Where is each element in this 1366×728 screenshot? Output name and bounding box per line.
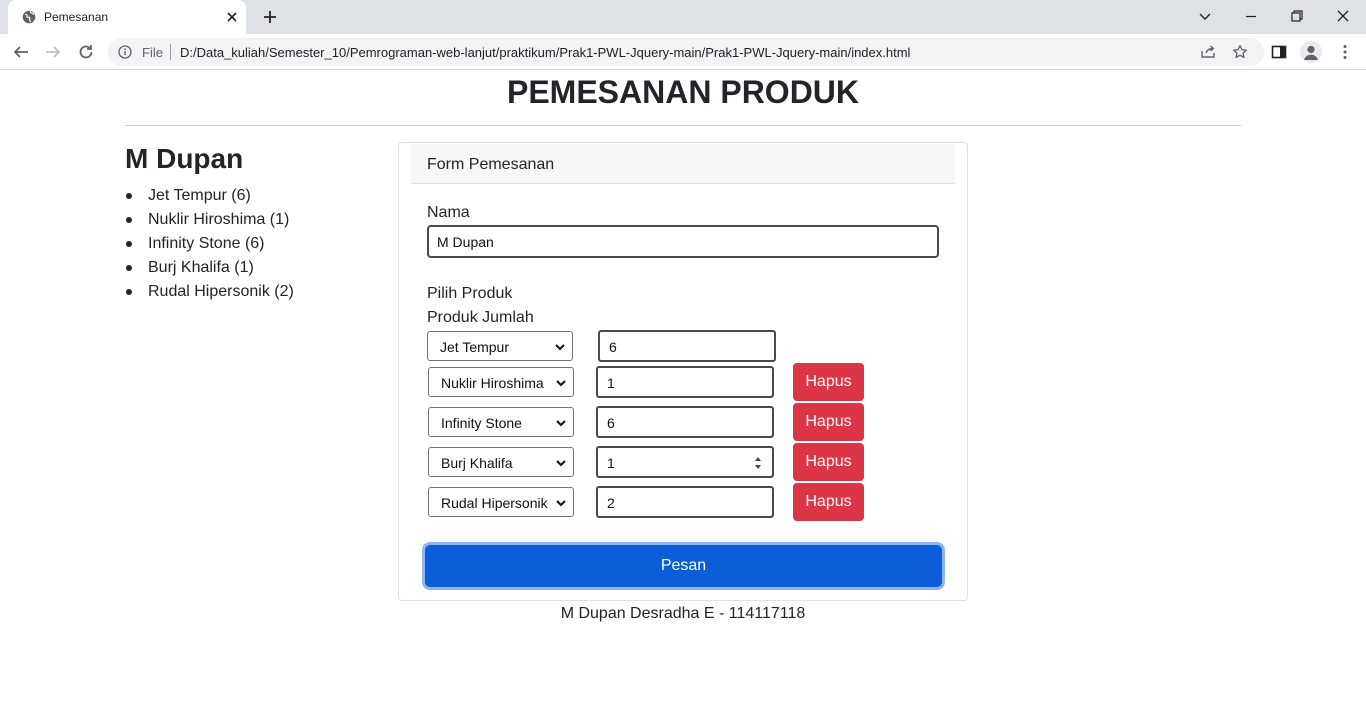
order-form-card: Form Pemesanan Nama Pilih Produk Produk …: [398, 142, 968, 601]
tab-title: Pemesanan: [44, 10, 109, 24]
quantity-value: 6: [609, 339, 617, 355]
bookmark-star-icon[interactable]: [1232, 44, 1248, 60]
quantity-value: 6: [607, 415, 615, 431]
back-arrow-icon[interactable]: [12, 43, 30, 61]
product-select-value: Rudal Hipersonik: [441, 495, 548, 511]
list-item: Burj Khalifa (1): [125, 258, 294, 282]
product-select[interactable]: Jet Tempur: [427, 331, 573, 361]
number-spinner-icon[interactable]: [752, 454, 764, 472]
minimize-icon[interactable]: [1241, 6, 1261, 26]
list-item: Jet Tempur (6): [125, 186, 294, 210]
pilih-produk-label: Pilih Produk: [427, 285, 513, 302]
address-bar[interactable]: File D:/Data_kuliah/Semester_10/Pemrogra…: [108, 38, 1264, 66]
globe-icon: [22, 10, 36, 24]
hapus-button[interactable]: Hapus: [793, 403, 864, 441]
page-title: PEMESANAN PRODUK: [506, 74, 860, 110]
chevron-down-icon: [555, 344, 565, 351]
chevron-down-icon: [556, 380, 566, 387]
address-separator: [170, 44, 171, 60]
product-select[interactable]: Rudal Hipersonik: [428, 487, 574, 517]
reload-icon[interactable]: [77, 43, 95, 61]
quantity-input[interactable]: 1: [596, 366, 774, 398]
nama-input[interactable]: [427, 225, 939, 258]
hapus-button[interactable]: Hapus: [793, 483, 864, 521]
quantity-input[interactable]: 1: [596, 446, 774, 478]
columns-label: Produk Jumlah: [427, 309, 534, 326]
info-icon[interactable]: [118, 45, 132, 59]
browser-tab-bar: Pemesanan: [0, 0, 1366, 34]
browser-tab[interactable]: Pemesanan: [8, 0, 246, 34]
product-select[interactable]: Burj Khalifa: [428, 447, 574, 477]
more-vertical-icon[interactable]: [1336, 43, 1354, 61]
product-select-value: Burj Khalifa: [441, 455, 513, 471]
chevron-down-icon: [556, 420, 566, 427]
pesan-button[interactable]: Pesan: [425, 545, 942, 587]
quantity-value: 1: [607, 375, 615, 391]
chevron-down-icon: [556, 460, 566, 467]
forward-arrow-icon[interactable]: [44, 43, 62, 61]
card-header: Form Pemesanan: [411, 144, 955, 184]
divider: [125, 125, 1241, 126]
close-window-icon[interactable]: [1333, 6, 1353, 26]
list-item: Infinity Stone (6): [125, 234, 294, 258]
share-icon[interactable]: [1200, 44, 1216, 60]
hapus-button[interactable]: Hapus: [793, 363, 864, 401]
nama-label: Nama: [427, 204, 470, 221]
order-summary-list: Jet Tempur (6) Nuklir Hiroshima (1) Infi…: [125, 186, 294, 306]
footer-credit: M Dupan Desradha E - 114117118: [560, 605, 806, 622]
side-panel-icon[interactable]: [1270, 43, 1288, 61]
chevron-down-icon[interactable]: [1195, 6, 1215, 26]
card-header-title: Form Pemesanan: [427, 156, 555, 173]
new-tab-icon[interactable]: [262, 9, 278, 25]
profile-avatar[interactable]: [1300, 41, 1322, 63]
person-icon: [1304, 45, 1318, 60]
restore-icon[interactable]: [1287, 6, 1307, 26]
quantity-input[interactable]: 6: [598, 330, 776, 362]
quantity-input[interactable]: 2: [596, 486, 774, 518]
quantity-value: 1: [607, 455, 615, 471]
close-icon[interactable]: [224, 9, 240, 25]
file-scheme-label: File: [142, 45, 163, 60]
product-select-value: Nuklir Hiroshima: [441, 375, 544, 391]
product-select[interactable]: Nuklir Hiroshima: [428, 367, 574, 397]
url-text[interactable]: D:/Data_kuliah/Semester_10/Pemrograman-w…: [180, 45, 910, 60]
quantity-value: 2: [607, 495, 615, 511]
chevron-down-icon: [556, 500, 566, 507]
list-item: Nuklir Hiroshima (1): [125, 210, 294, 234]
quantity-input[interactable]: 6: [596, 406, 774, 438]
product-select-value: Infinity Stone: [441, 415, 522, 431]
summary-customer-name: M Dupan: [125, 143, 244, 174]
hapus-button[interactable]: Hapus: [793, 443, 864, 481]
product-select-value: Jet Tempur: [440, 339, 509, 355]
page-content: PEMESANAN PRODUK M Dupan Jet Tempur (6) …: [0, 70, 1366, 728]
list-item: Rudal Hipersonik (2): [125, 282, 294, 306]
browser-toolbar: File D:/Data_kuliah/Semester_10/Pemrogra…: [0, 34, 1366, 70]
product-select[interactable]: Infinity Stone: [428, 407, 574, 437]
